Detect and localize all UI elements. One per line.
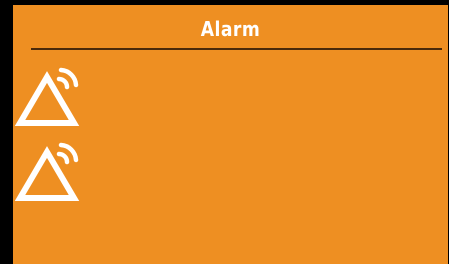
divider bbox=[31, 48, 442, 50]
page-title: Alarm bbox=[200, 17, 261, 41]
alarm-warning-icon bbox=[15, 142, 80, 201]
alarm-warning-icon bbox=[15, 67, 80, 126]
alarm-list-item[interactable] bbox=[15, 65, 95, 127]
alarm-list-item[interactable] bbox=[15, 140, 95, 202]
alarm-panel: Alarm bbox=[13, 5, 448, 264]
screen: Alarm bbox=[0, 0, 449, 264]
